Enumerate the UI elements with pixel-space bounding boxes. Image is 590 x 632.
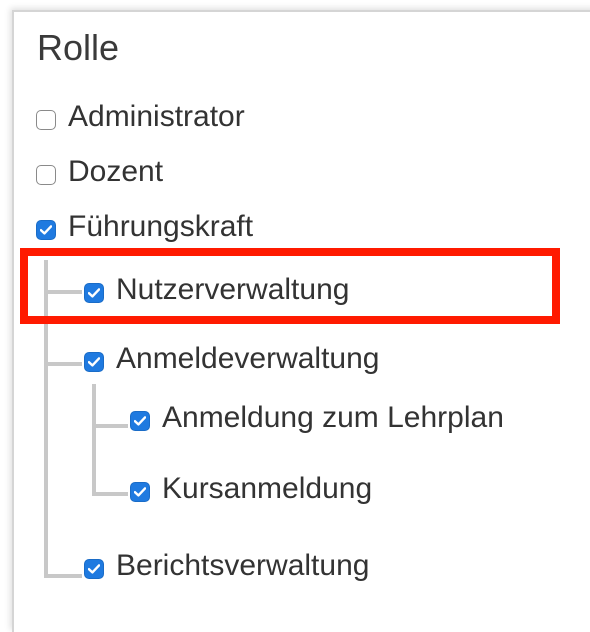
anmeldung-lehrplan-checkbox[interactable] [130,411,150,431]
perm-berichtsverwaltung[interactable]: Berichtsverwaltung [84,546,369,586]
tree-line-sub-vertical [92,384,96,496]
section-title: Rolle [37,27,120,68]
role-administrator[interactable]: Administrator [36,97,245,137]
tree-line-branch-anmelde [44,362,82,366]
role-fuehrungskraft[interactable]: Führungskraft [36,207,253,247]
kursanmeldung-label: Kursanmeldung [162,472,373,505]
dozent-checkbox[interactable] [36,165,56,185]
tree-line-branch-lehrplan [92,424,128,428]
perm-anmeldeverwaltung[interactable]: Anmeldeverwaltung [84,339,379,379]
checkmark-icon [88,564,100,574]
highlight-box [20,248,560,324]
anmeldung-lehrplan-label: Anmeldung zum Lehrplan [162,401,504,434]
kursanmeldung-checkbox[interactable] [130,482,150,502]
administrator-label: Administrator [68,100,245,133]
tree-line-branch-kurs [92,492,128,496]
perm-kursanmeldung[interactable]: Kursanmeldung [130,469,372,509]
checkmark-icon [134,416,146,426]
anmeldeverwaltung-label: Anmeldeverwaltung [116,342,380,375]
berichtsverwaltung-label: Berichtsverwaltung [116,549,370,582]
perm-anmeldung-lehrplan[interactable]: Anmeldung zum Lehrplan [130,398,504,438]
checkmark-icon [134,487,146,497]
dozent-label: Dozent [68,155,164,188]
role-dozent[interactable]: Dozent [36,152,163,192]
anmeldeverwaltung-checkbox[interactable] [84,352,104,372]
checkmark-icon [40,225,52,235]
tree-line-branch-bericht [44,574,82,578]
fuehrungskraft-label: Führungskraft [68,210,254,243]
berichtsverwaltung-checkbox[interactable] [84,559,104,579]
checkmark-icon [88,357,100,367]
administrator-checkbox[interactable] [36,110,56,130]
fuehrungskraft-checkbox[interactable] [36,220,56,240]
